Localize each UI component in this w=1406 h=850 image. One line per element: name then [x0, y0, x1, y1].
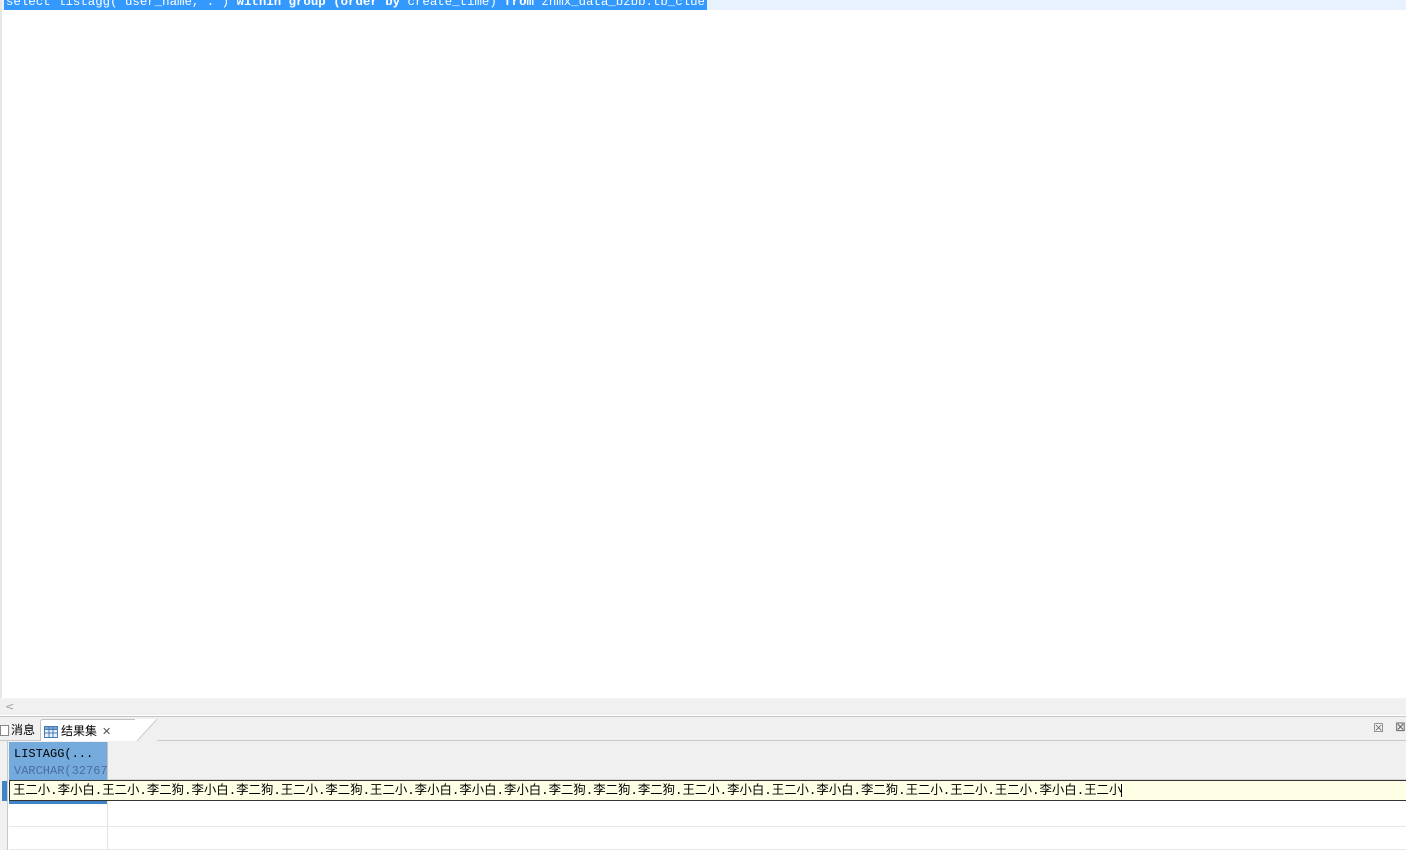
scroll-left-arrow-icon[interactable]: <	[5, 699, 17, 715]
cell-value: 王二小.李小白.王二小.李二狗.李小白.李二狗.王二小.李二狗.王二小.李小白.…	[13, 782, 1122, 797]
row-selected-marker	[2, 781, 7, 801]
sql-client-window: select listagg( user_name,'.') within gr…	[0, 0, 1406, 850]
editor-horizontal-scrollbar[interactable]: <	[0, 698, 1406, 715]
tab-messages-label: 消息	[11, 723, 36, 737]
sql-token: zhmx_data_bzbb.tb_clue	[533, 0, 705, 9]
result-grid[interactable]: LISTAGG(... VARCHAR(32767) 王二小.李小白.王二小.李…	[0, 741, 1406, 850]
sql-keyword: (order by	[333, 0, 401, 9]
column-name: LISTAGG(...	[14, 747, 94, 761]
message-icon	[0, 725, 9, 736]
row-divider	[9, 826, 1406, 827]
grid-header-row	[0, 741, 1406, 780]
result-panel: 消息 结果集 ✕ ☒ ⊠ LISTAGG(... VARCHAR(32767)	[0, 716, 1406, 850]
column-type: VARCHAR(32767)	[14, 764, 108, 778]
sql-token: select	[6, 0, 51, 9]
tab-result-set[interactable]: 结果集 ✕	[40, 719, 157, 743]
sql-keyword: within group	[236, 0, 326, 9]
sql-text-selection[interactable]: select listagg( user_name,'.') within gr…	[4, 0, 707, 10]
close-all-icon[interactable]: ⊠	[1395, 720, 1406, 735]
column-header[interactable]: LISTAGG(... VARCHAR(32767)	[9, 742, 108, 780]
selected-cell-indicator	[9, 801, 108, 804]
sql-editor[interactable]: select listagg( user_name,'.') within gr…	[0, 0, 1406, 698]
sql-token: create_time)	[400, 0, 505, 9]
sql-keyword: from	[504, 0, 534, 9]
result-tab-bar: 消息 结果集 ✕ ☒ ⊠	[0, 717, 1406, 743]
sql-token: listagg( user_name,'.')	[50, 0, 237, 9]
close-tab-icon[interactable]: ✕	[102, 721, 111, 743]
close-icon[interactable]: ☒	[1373, 721, 1384, 735]
tab-messages[interactable]: 消息	[0, 719, 39, 741]
grid-icon	[44, 725, 58, 738]
tab-result-set-label: 结果集	[61, 724, 98, 738]
cell-edit-field[interactable]: 王二小.李小白.王二小.李二狗.李小白.李二狗.王二小.李二狗.王二小.李小白.…	[9, 780, 1406, 801]
